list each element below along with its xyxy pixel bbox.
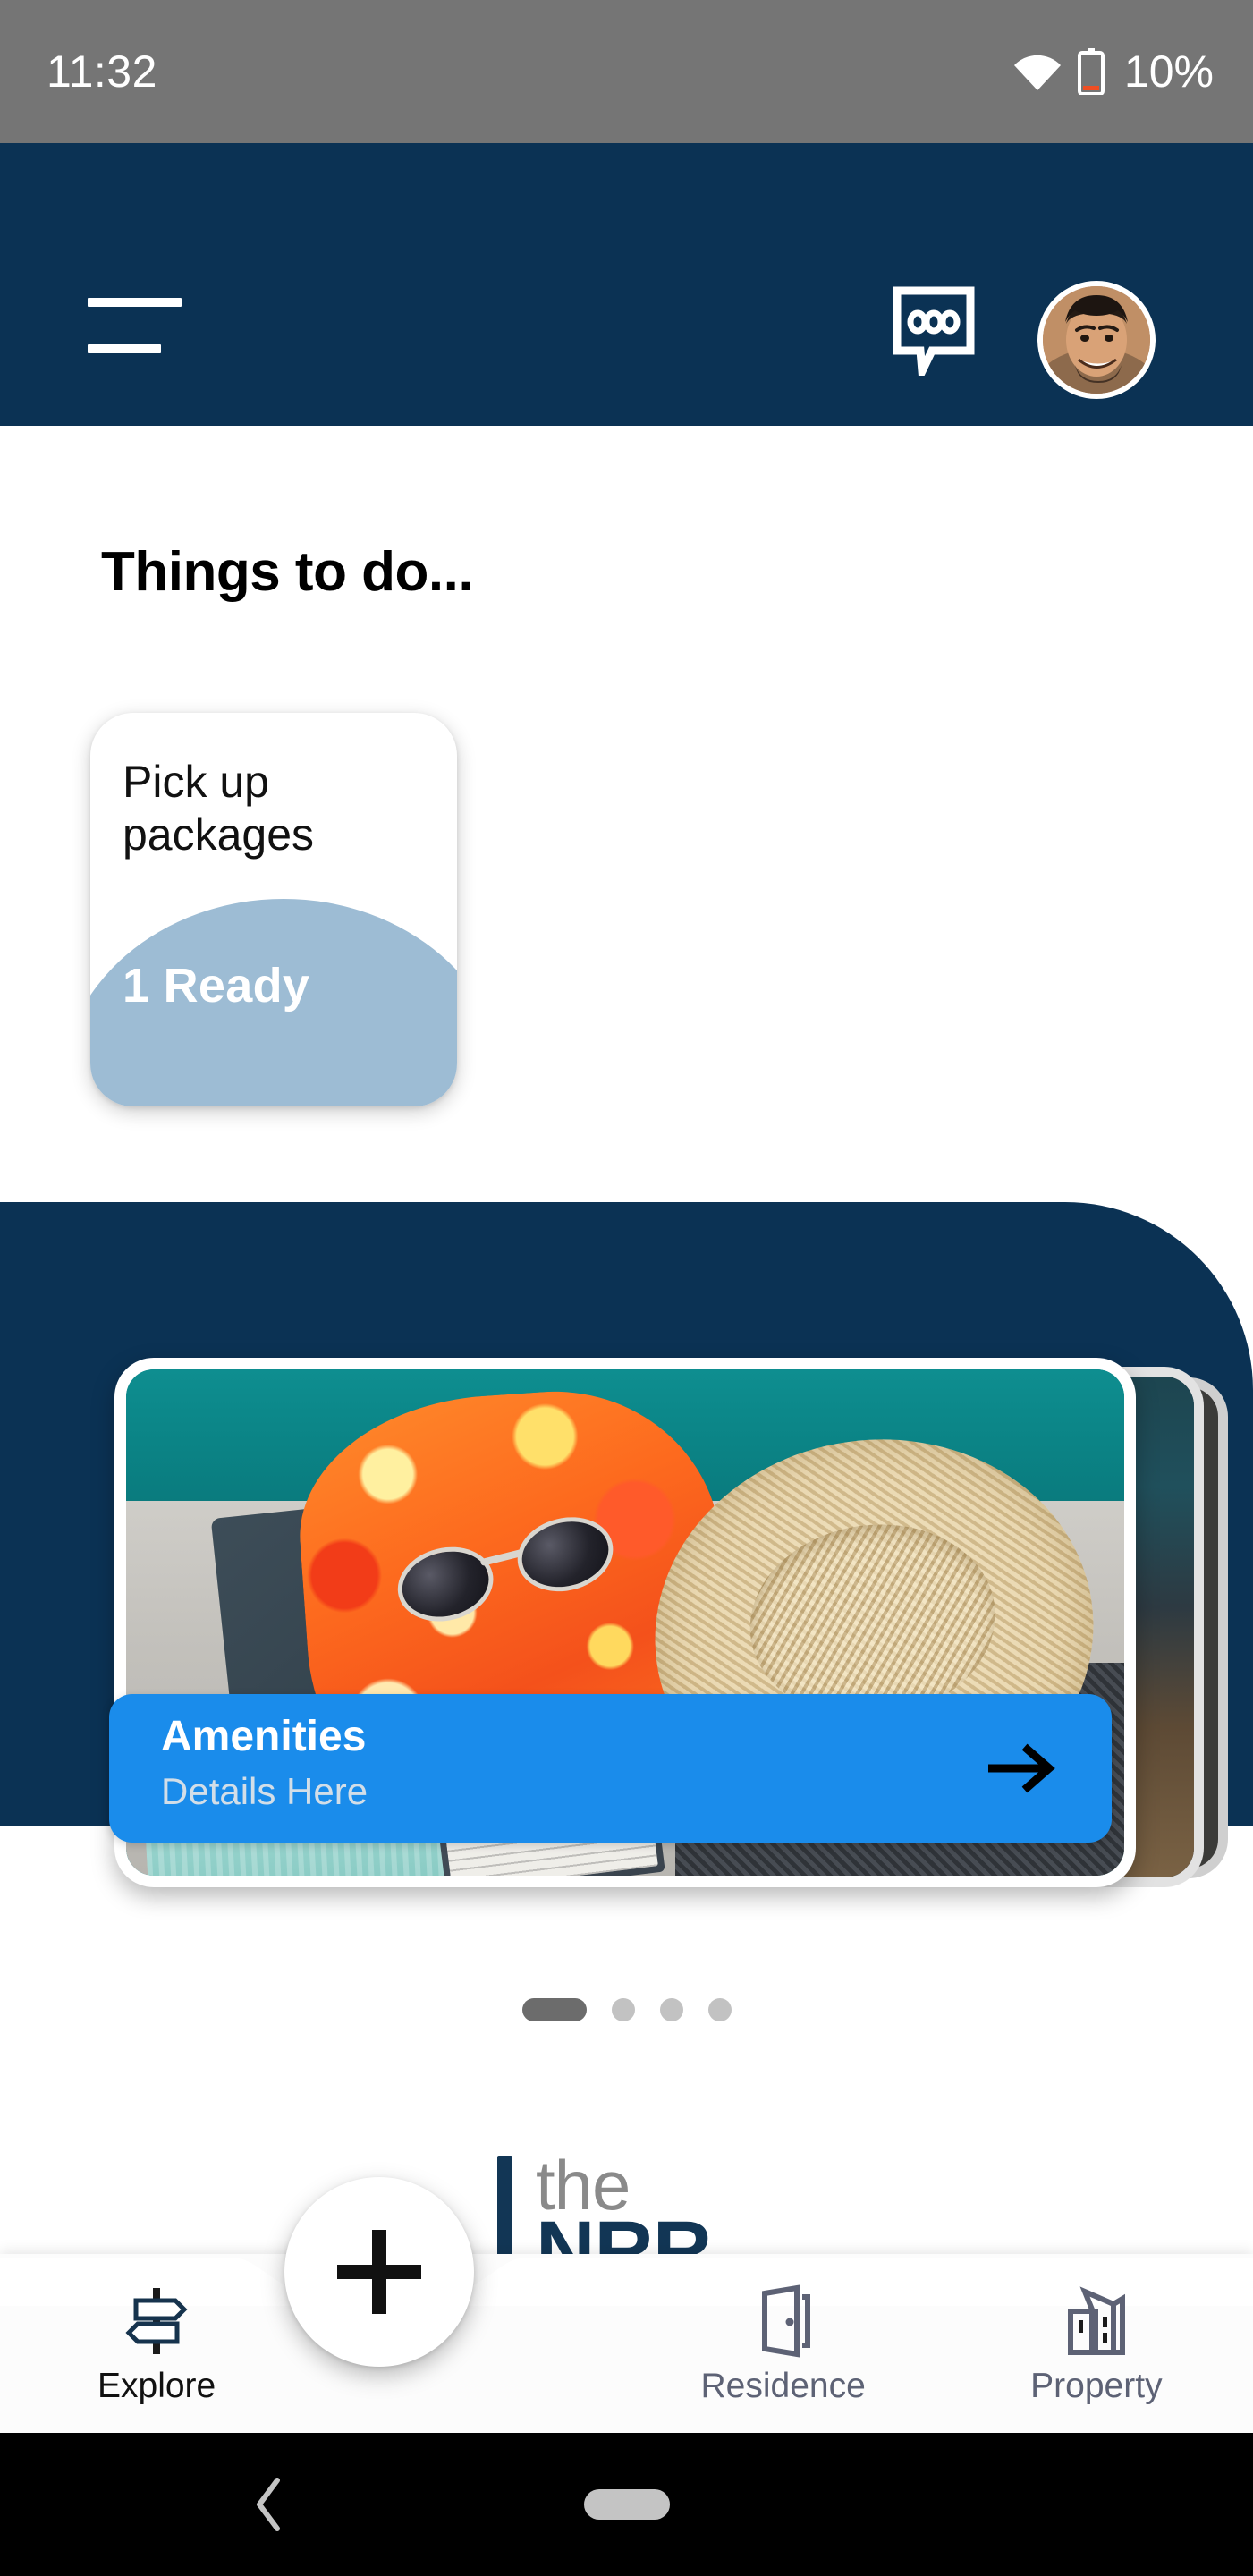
nav-label-property: Property [1030, 2366, 1163, 2405]
amenities-subtitle: Details Here [161, 1770, 368, 1812]
nav-label-residence: Residence [700, 2366, 866, 2405]
nav-label-explore: Explore [97, 2366, 216, 2405]
amenities-banner[interactable]: Amenities Details Here [109, 1694, 1112, 1843]
hamburger-line-2 [88, 344, 161, 353]
user-avatar[interactable] [1037, 281, 1156, 399]
carousel-dot-4[interactable] [707, 1998, 732, 2021]
chat-bubble-icon[interactable] [893, 286, 975, 376]
todo-card-badge: 1 Ready [123, 959, 310, 1013]
carousel-pagination [0, 1998, 1253, 2021]
hamburger-menu-icon[interactable] [88, 298, 186, 353]
home-pill-icon[interactable] [583, 2489, 670, 2520]
system-navigation-bar [0, 2433, 1253, 2576]
app-root: 11:32 10% Things to do... Pick up packag… [0, 0, 1253, 2576]
arrow-right-icon [986, 1742, 1056, 1794]
back-chevron-icon[interactable] [250, 2477, 290, 2532]
bottom-nav-items: Explore Residence Property [0, 2254, 1253, 2433]
carousel-dot-1[interactable] [521, 1998, 587, 2021]
carousel-dot-3[interactable] [659, 1998, 683, 2021]
nav-item-explore[interactable]: Explore [0, 2254, 313, 2433]
buildings-icon [1063, 2284, 1130, 2358]
battery-low-icon [1077, 48, 1105, 96]
todo-card-pickup-packages[interactable]: Pick up packages 1 Ready [90, 713, 457, 1106]
plus-icon [335, 2228, 423, 2316]
add-button[interactable] [284, 2177, 474, 2367]
todo-card-title: Pick up packages [123, 757, 315, 860]
nav-item-property[interactable]: Property [940, 2254, 1253, 2433]
status-bar: 11:32 10% [0, 0, 1253, 143]
battery-percentage: 10% [1123, 47, 1214, 97]
nav-item-residence[interactable]: Residence [627, 2254, 940, 2433]
open-door-icon [750, 2284, 817, 2358]
photo-sunglasses-left-lens [390, 1537, 502, 1631]
status-time: 11:32 [47, 47, 157, 97]
wifi-icon [1013, 53, 1062, 90]
amenities-title: Amenities [161, 1713, 367, 1760]
page-title: Things to do... [101, 541, 474, 603]
carousel-dot-2[interactable] [611, 1998, 635, 2021]
photo-sunglasses-right-lens [509, 1507, 621, 1602]
hamburger-line-1 [88, 298, 182, 307]
signpost-icon [123, 2284, 190, 2358]
status-indicators: 10% [1013, 47, 1214, 97]
